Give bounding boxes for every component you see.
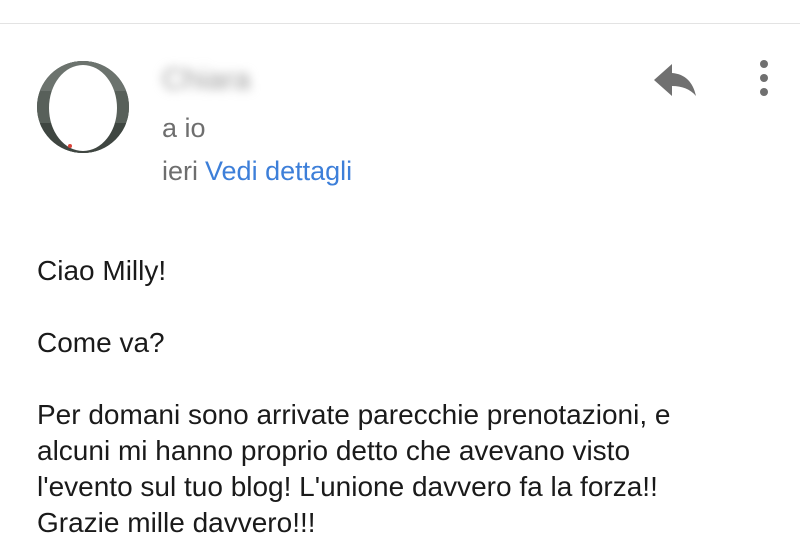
reply-button[interactable] (646, 58, 702, 102)
meta-row: ieri Vedi dettagli (162, 153, 352, 189)
more-vert-icon (760, 60, 768, 96)
recipient-label: a io (162, 113, 206, 143)
message-paragraph: Per domani sono arrivate parecchie preno… (37, 399, 671, 538)
message-question: Come va? (37, 327, 165, 358)
reply-icon (654, 64, 696, 96)
message-greeting: Ciao Milly! (37, 255, 167, 286)
details-link[interactable]: Vedi dettagli (205, 156, 352, 186)
sender-avatar[interactable] (37, 61, 129, 153)
email-view: Chiara a io ieri Vedi dettagli Ciao Milly… (0, 0, 800, 560)
sender-name: Chiara (162, 63, 251, 96)
message-body: Ciao Milly! Come va? Per domani sono arr… (37, 253, 777, 541)
more-options-button[interactable] (748, 56, 780, 104)
top-divider (0, 23, 800, 24)
date-label: ieri (162, 156, 199, 186)
avatar-image (37, 61, 129, 153)
